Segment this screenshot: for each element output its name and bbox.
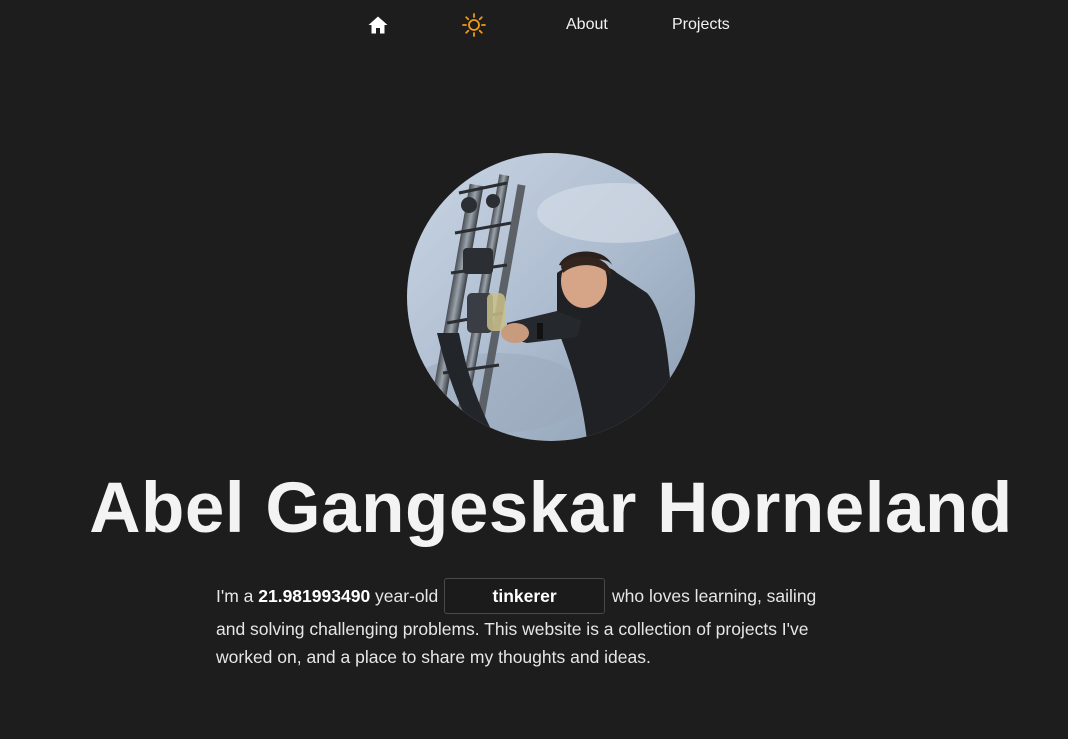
sun-icon xyxy=(462,13,486,37)
bio-paragraph: I'm a 21.981993490 year-old tinkerer who… xyxy=(216,578,876,673)
age-counter: 21.981993490 xyxy=(258,586,371,606)
profile-photo xyxy=(407,153,695,441)
nav-link-about[interactable]: About xyxy=(566,15,608,35)
bio-line-1: I'm a 21.981993490 year-old tinkerer who… xyxy=(216,578,876,615)
bio-prefix: I'm a xyxy=(216,586,259,606)
nav-link-projects[interactable]: Projects xyxy=(672,15,730,35)
role-badge: tinkerer xyxy=(444,578,606,615)
page-title: Abel Gangeskar Horneland xyxy=(89,469,1013,548)
top-navigation: About Projects xyxy=(0,0,1068,52)
home-link[interactable] xyxy=(366,13,390,37)
bio-line-2: and solving challenging problems. This w… xyxy=(216,619,809,639)
theme-toggle-button[interactable] xyxy=(461,12,487,38)
bio-middle: year-old xyxy=(370,586,439,606)
home-icon xyxy=(368,16,388,34)
bio-line-3: worked on, and a place to share my thoug… xyxy=(216,647,651,667)
bio-suffix: who loves learning, sailing xyxy=(607,586,817,606)
